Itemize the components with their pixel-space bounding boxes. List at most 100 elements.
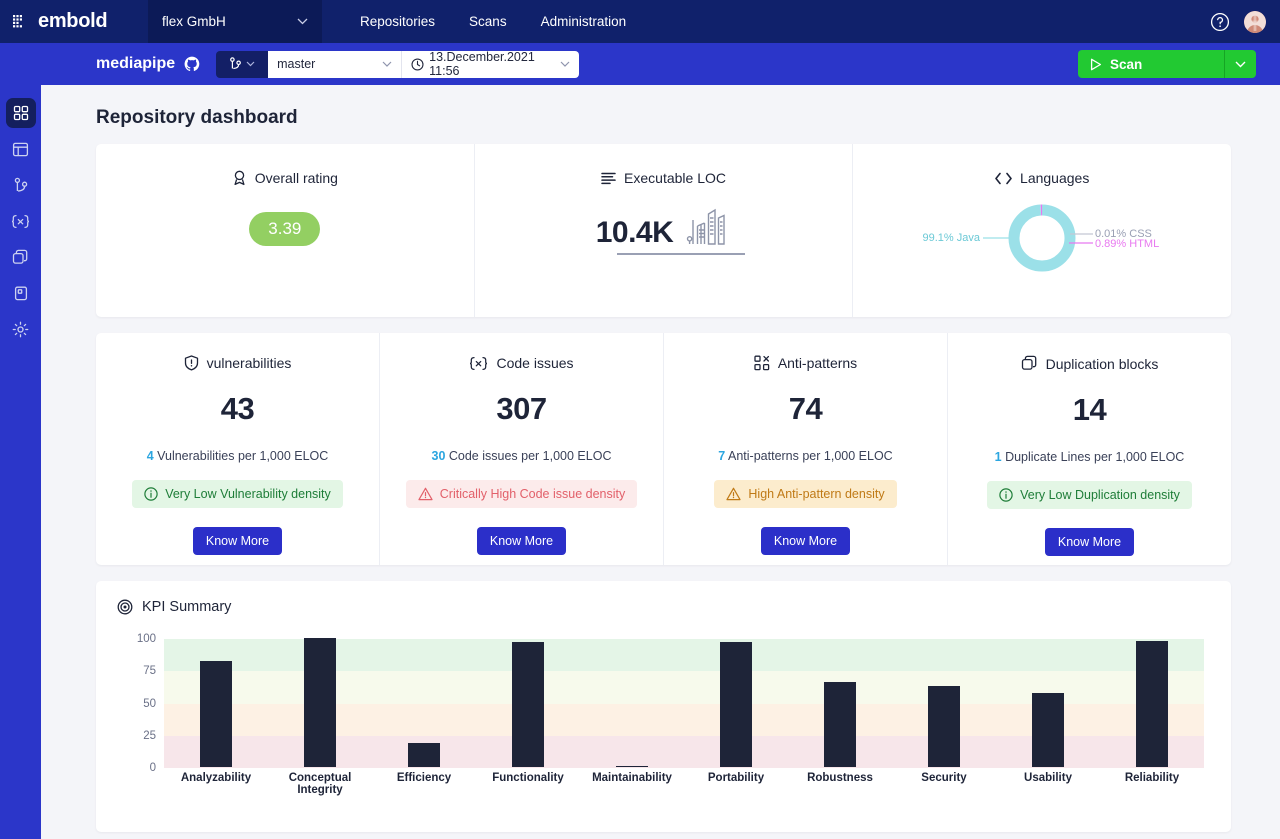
x-axis-tick: Robustness — [788, 772, 892, 796]
help-circle-icon[interactable] — [1210, 12, 1230, 32]
sidebar-item-duplication[interactable] — [6, 242, 36, 272]
chart-bar-slot — [892, 639, 996, 767]
branch-selector[interactable]: master — [268, 51, 401, 78]
overall-rating-label: Overall rating — [255, 170, 338, 186]
chart-bar[interactable] — [1136, 641, 1168, 767]
chart-bar[interactable] — [720, 642, 752, 767]
user-avatar[interactable] — [1244, 11, 1266, 33]
github-icon[interactable] — [184, 56, 200, 72]
chart-bar-slot — [1100, 639, 1204, 767]
target-icon — [117, 599, 133, 615]
metric-value: 307 — [496, 391, 546, 427]
chart-bar[interactable] — [616, 766, 648, 768]
metric-label: Duplication blocks — [1046, 356, 1159, 372]
x-axis-tick: Portability — [684, 772, 788, 796]
scan-options-button[interactable] — [1224, 50, 1256, 78]
languages-label: Languages — [1020, 170, 1089, 186]
chart-bar-slot — [580, 639, 684, 767]
git-branch-icon — [13, 177, 29, 194]
chart-bar[interactable] — [304, 638, 336, 767]
lines-icon — [601, 172, 616, 185]
sidebar-item-files[interactable] — [6, 278, 36, 308]
x-axis-tick: Reliability — [1100, 772, 1204, 796]
chevron-down-icon — [297, 18, 308, 25]
copy-icon — [1021, 355, 1038, 372]
organization-name: flex GmbH — [162, 14, 226, 29]
donut-slice-java — [1014, 210, 1070, 266]
nav-link-scans[interactable]: Scans — [469, 14, 507, 29]
sidebar-item-dashboard[interactable] — [6, 98, 36, 128]
donut-label-html: 0.89% HTML — [1095, 238, 1159, 250]
chart-bar-slot — [268, 639, 372, 767]
chart-bar-slot — [684, 639, 788, 767]
chart-bar[interactable] — [824, 682, 856, 767]
copy-icon — [12, 249, 29, 266]
embold-grid-logo-icon — [12, 12, 32, 32]
kpi-summary-header: KPI Summary — [117, 599, 1231, 615]
chart-bars — [164, 639, 1204, 767]
chevron-down-icon — [560, 61, 570, 67]
sidebar-item-components[interactable] — [6, 134, 36, 164]
branch-icon-button[interactable] — [216, 51, 268, 78]
metric-density-badge: High Anti-pattern density — [714, 480, 896, 508]
metric-value: 43 — [221, 391, 254, 427]
sidebar-item-code-issues[interactable] — [6, 206, 36, 236]
chart-bar-slot — [996, 639, 1100, 767]
scan-button[interactable]: Scan — [1078, 50, 1224, 78]
overall-rating-section: Overall rating 3.39 — [96, 144, 474, 317]
metric-header: vulnerabilities — [184, 355, 292, 371]
metric-header: Duplication blocks — [1021, 355, 1159, 372]
nav-link-repositories[interactable]: Repositories — [360, 14, 435, 29]
embold-logo[interactable]: embold — [12, 10, 148, 33]
kpi-summary-card: KPI Summary 0255075100 AnalyzabilityConc… — [96, 581, 1231, 832]
metric-badge-text: High Anti-pattern density — [748, 487, 884, 501]
organization-selector[interactable]: flex GmbH — [148, 0, 322, 43]
overall-rating-value: 3.39 — [249, 212, 320, 246]
x-axis-tick: Usability — [996, 772, 1100, 796]
languages-header: Languages — [995, 170, 1089, 186]
main-nav-links: Repositories Scans Administration — [360, 14, 626, 29]
y-axis-tick: 75 — [143, 665, 156, 677]
metric-rate-number: 4 — [147, 449, 154, 463]
embold-logo-text: embold — [38, 10, 107, 33]
chevron-down-icon — [382, 61, 392, 67]
know-more-button[interactable]: Know More — [477, 527, 566, 555]
nav-link-administration[interactable]: Administration — [541, 14, 627, 29]
file-icon — [13, 285, 29, 302]
scan-date-selector[interactable]: 13.December.2021 11:56 — [401, 51, 579, 78]
info-circle-icon — [999, 488, 1013, 502]
chevron-down-icon — [1235, 61, 1246, 68]
metric-code-issues: Code issues 307 30 Code issues per 1,000… — [379, 333, 663, 565]
know-more-button[interactable]: Know More — [1045, 528, 1134, 556]
chart-bar[interactable] — [512, 642, 544, 767]
chart-bar[interactable] — [928, 686, 960, 767]
metric-header: Code issues — [469, 355, 573, 371]
y-axis-tick: 50 — [143, 698, 156, 710]
sidebar-item-settings[interactable] — [6, 314, 36, 344]
metric-value: 14 — [1073, 392, 1106, 428]
y-axis-tick: 0 — [150, 762, 156, 774]
branch-name: master — [277, 57, 315, 71]
info-circle-icon — [144, 487, 158, 501]
code-issue-icon — [11, 214, 30, 229]
know-more-button[interactable]: Know More — [761, 527, 850, 555]
know-more-button[interactable]: Know More — [193, 527, 282, 555]
sidebar-item-branches[interactable] — [6, 170, 36, 200]
metric-density-badge: Very Low Duplication density — [987, 481, 1192, 509]
executable-loc-header: Executable LOC — [601, 170, 726, 186]
chart-bar-slot — [476, 639, 580, 767]
y-axis-tick: 100 — [137, 633, 156, 645]
grid-icon — [13, 105, 29, 121]
main-content: Repository dashboard Overall rating 3.39 — [41, 85, 1280, 839]
chart-bar[interactable] — [200, 661, 232, 767]
git-branch-icon — [229, 57, 242, 71]
code-issue-icon — [469, 356, 488, 371]
chart-bar[interactable] — [408, 743, 440, 768]
chevron-down-icon — [246, 61, 255, 67]
languages-section: Languages 99.1% Java 0.01% CSS 0.89% HTM… — [852, 144, 1231, 317]
chart-plot-area — [164, 639, 1204, 768]
chart-bar[interactable] — [1032, 693, 1064, 767]
layout-icon — [12, 141, 29, 158]
metric-rate: 4 Vulnerabilities per 1,000 ELOC — [147, 449, 329, 463]
chart-bar-slot — [164, 639, 268, 767]
